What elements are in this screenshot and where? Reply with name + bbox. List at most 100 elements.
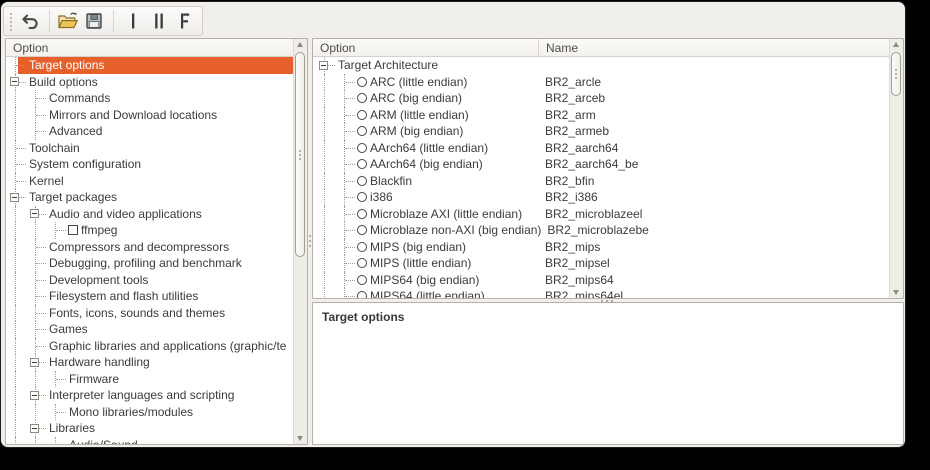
tree-branch-line [317, 156, 337, 173]
split-view-button[interactable] [147, 8, 171, 34]
tree-row-label: Graphic libraries and applications (grap… [48, 338, 286, 355]
tree-row[interactable]: Graphic libraries and applications (grap… [6, 338, 293, 355]
tree-row[interactable]: ARC (little endian)BR2_arcle [313, 74, 889, 91]
radio-icon[interactable] [357, 225, 367, 235]
collapse-minus-icon[interactable] [319, 61, 328, 70]
radio-icon[interactable] [357, 126, 367, 136]
scroll-up-icon[interactable] [297, 42, 303, 47]
tree-row-option-cell: MIPS (little endian) [313, 255, 539, 272]
tree-row-label: MIPS64 (big endian) [369, 272, 479, 289]
radio-icon[interactable] [357, 143, 367, 153]
collapse-minus-icon[interactable] [30, 358, 39, 367]
tree-branch-line [28, 123, 48, 140]
radio-icon[interactable] [357, 192, 367, 202]
tree-row[interactable]: System configuration [6, 156, 293, 173]
tree-row[interactable]: MIPS64 (big endian)BR2_mips64 [313, 272, 889, 289]
tree-row[interactable]: AArch64 (little endian)BR2_aarch64 [313, 140, 889, 157]
tree-row[interactable]: AArch64 (big endian)BR2_aarch64_be [313, 156, 889, 173]
radio-icon[interactable] [357, 176, 367, 186]
vertical-splitter-handle[interactable] [309, 240, 311, 242]
full-view-button[interactable] [173, 8, 197, 34]
tree-row[interactable]: Hardware handling [6, 354, 293, 371]
tree-row[interactable]: BlackfinBR2_bfin [313, 173, 889, 190]
scrollbar-thumb[interactable] [891, 52, 901, 96]
collapse-minus-icon[interactable] [30, 424, 39, 433]
tree-branch-line [317, 255, 337, 272]
checkbox-icon[interactable] [68, 225, 78, 235]
tree-row[interactable]: Target options [6, 57, 293, 74]
left-panel-scrollbar[interactable] [293, 39, 307, 444]
tree-row-option-cell: Target options [6, 57, 293, 74]
tree-row[interactable]: Development tools [6, 272, 293, 289]
scroll-down-icon[interactable] [893, 290, 899, 295]
scroll-down-icon[interactable] [297, 436, 303, 441]
tree-row[interactable]: ARC (big endian)BR2_arceb [313, 90, 889, 107]
option-column-header[interactable]: Option [313, 39, 539, 56]
tree-row[interactable]: Audio and video applications [6, 206, 293, 223]
tree-row[interactable]: Build options [6, 74, 293, 91]
tree-row[interactable]: Microblaze non-AXI (big endian)BR2_micro… [313, 222, 889, 239]
collapse-minus-icon[interactable] [30, 391, 39, 400]
tree-row-option-cell: Filesystem and flash utilities [6, 288, 293, 305]
tree-row-option-cell: Games [6, 321, 293, 338]
name-column-header[interactable]: Name [539, 39, 889, 56]
tree-branch-line [8, 173, 28, 190]
right-panel-scrollbar[interactable] [889, 39, 903, 298]
scroll-up-icon[interactable] [893, 42, 899, 47]
radio-icon[interactable] [357, 242, 367, 252]
option-column-header[interactable]: Option [6, 39, 293, 56]
toolbar-drag-handle[interactable] [8, 11, 12, 31]
tree-row[interactable]: Mirrors and Download locations [6, 107, 293, 124]
radio-icon[interactable] [357, 110, 367, 120]
back-button[interactable] [18, 8, 42, 34]
radio-icon[interactable] [357, 275, 367, 285]
radio-icon[interactable] [357, 77, 367, 87]
tree-row[interactable]: MIPS (big endian)BR2_mips [313, 239, 889, 256]
collapse-minus-icon[interactable] [10, 193, 19, 202]
tree-row[interactable]: MIPS (little endian)BR2_mipsel [313, 255, 889, 272]
tree-row[interactable]: MIPS64 (little endian)BR2_mips64el [313, 288, 889, 298]
tree-row[interactable]: Kernel [6, 173, 293, 190]
tree-row[interactable]: Advanced [6, 123, 293, 140]
tree-row-label: Compressors and decompressors [48, 239, 229, 256]
tree-row[interactable]: ffmpeg [6, 222, 293, 239]
tree-row-label: Target Architecture [337, 57, 438, 74]
load-config-button[interactable] [57, 8, 81, 34]
collapse-minus-icon[interactable] [10, 77, 19, 86]
radio-icon[interactable] [357, 209, 367, 219]
tree-row[interactable]: ARM (little endian)BR2_arm [313, 107, 889, 124]
tree-row[interactable]: Fonts, icons, sounds and themes [6, 305, 293, 322]
scrollbar-thumb[interactable] [295, 52, 305, 257]
radio-icon[interactable] [357, 291, 367, 298]
tree-row[interactable]: i386BR2_i386 [313, 189, 889, 206]
tree-row[interactable]: Filesystem and flash utilities [6, 288, 293, 305]
save-config-button[interactable] [82, 8, 106, 34]
split-pane-icon [149, 11, 169, 31]
tree-branch-line [317, 123, 337, 140]
tree-row[interactable]: Target packages [6, 189, 293, 206]
tree-row[interactable]: Audio/Sound [6, 437, 293, 445]
open-folder-icon [57, 11, 80, 31]
radio-icon[interactable] [357, 258, 367, 268]
tree-row[interactable]: Firmware [6, 371, 293, 388]
tree-row[interactable]: Mono libraries/modules [6, 404, 293, 421]
tree-row[interactable]: Target Architecture [313, 57, 889, 74]
tree-row[interactable]: Libraries [6, 420, 293, 437]
tree-row[interactable]: Compressors and decompressors [6, 239, 293, 256]
single-view-button[interactable] [121, 8, 145, 34]
radio-icon[interactable] [357, 93, 367, 103]
tree-row[interactable]: Commands [6, 90, 293, 107]
app-window: Option Target optionsBuild optionsComman… [1, 2, 905, 447]
tree-row[interactable]: Debugging, profiling and benchmark [6, 255, 293, 272]
tree-row[interactable]: Games [6, 321, 293, 338]
tree-branch-line [8, 338, 28, 355]
tree-row[interactable]: Toolchain [6, 140, 293, 157]
radio-icon[interactable] [357, 159, 367, 169]
tree-row[interactable]: ARM (big endian)BR2_armeb [313, 123, 889, 140]
tree-branch-line [48, 404, 68, 421]
tree-row[interactable]: Microblaze AXI (little endian)BR2_microb… [313, 206, 889, 223]
tree-row-option-cell: MIPS64 (big endian) [313, 272, 539, 289]
collapse-minus-icon[interactable] [30, 209, 39, 218]
tree-branch-line [337, 90, 357, 107]
tree-row[interactable]: Interpreter languages and scripting [6, 387, 293, 404]
